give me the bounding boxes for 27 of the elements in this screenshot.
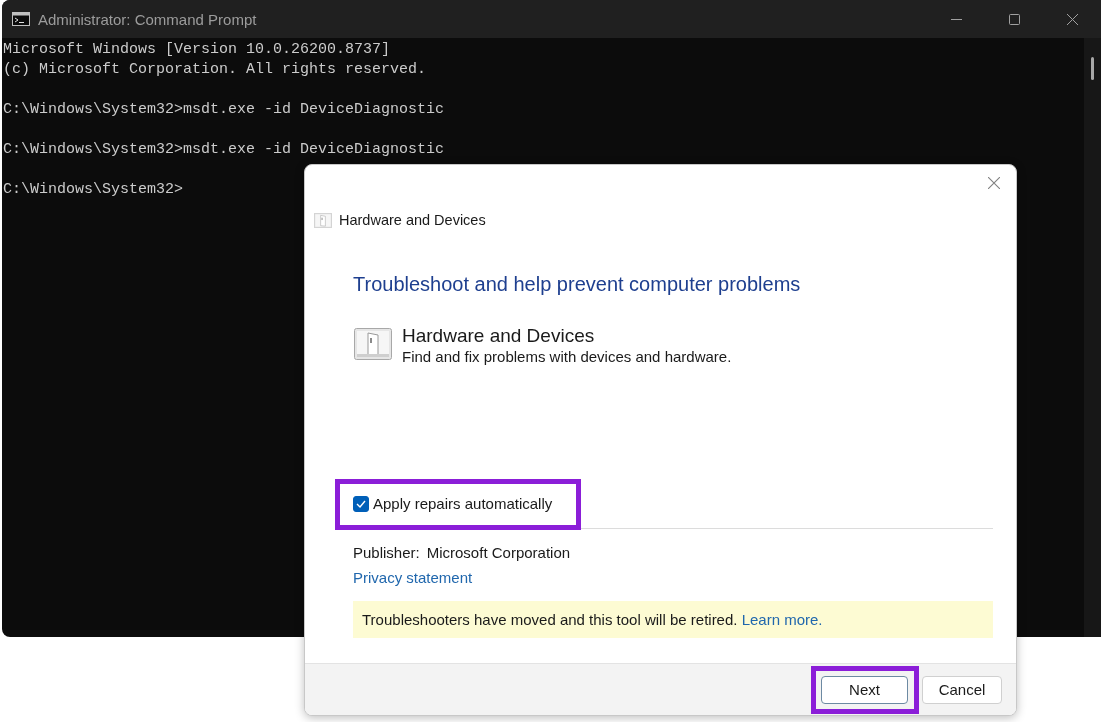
dialog-heading: Troubleshoot and help prevent computer problems — [353, 272, 801, 297]
dialog-title: Hardware and Devices — [339, 212, 486, 228]
device-icon — [314, 212, 332, 228]
scrollbar[interactable] — [1084, 38, 1101, 637]
publisher-value: Microsoft Corporation — [426, 543, 571, 561]
notice-text: Troubleshooters have moved and this tool will be retired. Learn more. — [362, 611, 823, 628]
checkbox[interactable] — [353, 495, 369, 512]
window-title: Administrator: Command Prompt — [38, 10, 258, 28]
troubleshooter-description: Find and fix problems with devices and hardware. — [402, 348, 732, 366]
close-icon — [988, 176, 1000, 189]
learn-more-link[interactable]: Learn more. — [741, 611, 823, 628]
device-icon — [354, 328, 392, 360]
troubleshooter-name: Hardware and Devices — [402, 325, 595, 347]
console-line: C:\Windows\System32>msdt.exe -id DeviceDiagnostic — [3, 100, 445, 120]
close-icon — [1066, 13, 1078, 25]
cancel-button[interactable]: Cancel — [922, 675, 1002, 704]
terminal-icon — [12, 12, 30, 26]
console-line: (c) Microsoft Corporation. All rights reserved. — [3, 60, 427, 80]
maximize-icon — [1008, 13, 1020, 25]
console-line: C:\Windows\System32> — [3, 180, 184, 200]
publisher-label: Publisher: — [353, 543, 420, 561]
checkmark-icon — [356, 499, 366, 508]
console-line: C:\Windows\System32>msdt.exe -id DeviceDiagnostic — [3, 140, 445, 160]
checkbox-label[interactable]: Apply repairs automatically — [373, 495, 553, 512]
console-line: Microsoft Windows [Version 10.0.26200.8737] — [3, 40, 391, 60]
privacy-link[interactable]: Privacy statement — [353, 568, 473, 588]
next-button[interactable]: Next — [821, 675, 908, 704]
